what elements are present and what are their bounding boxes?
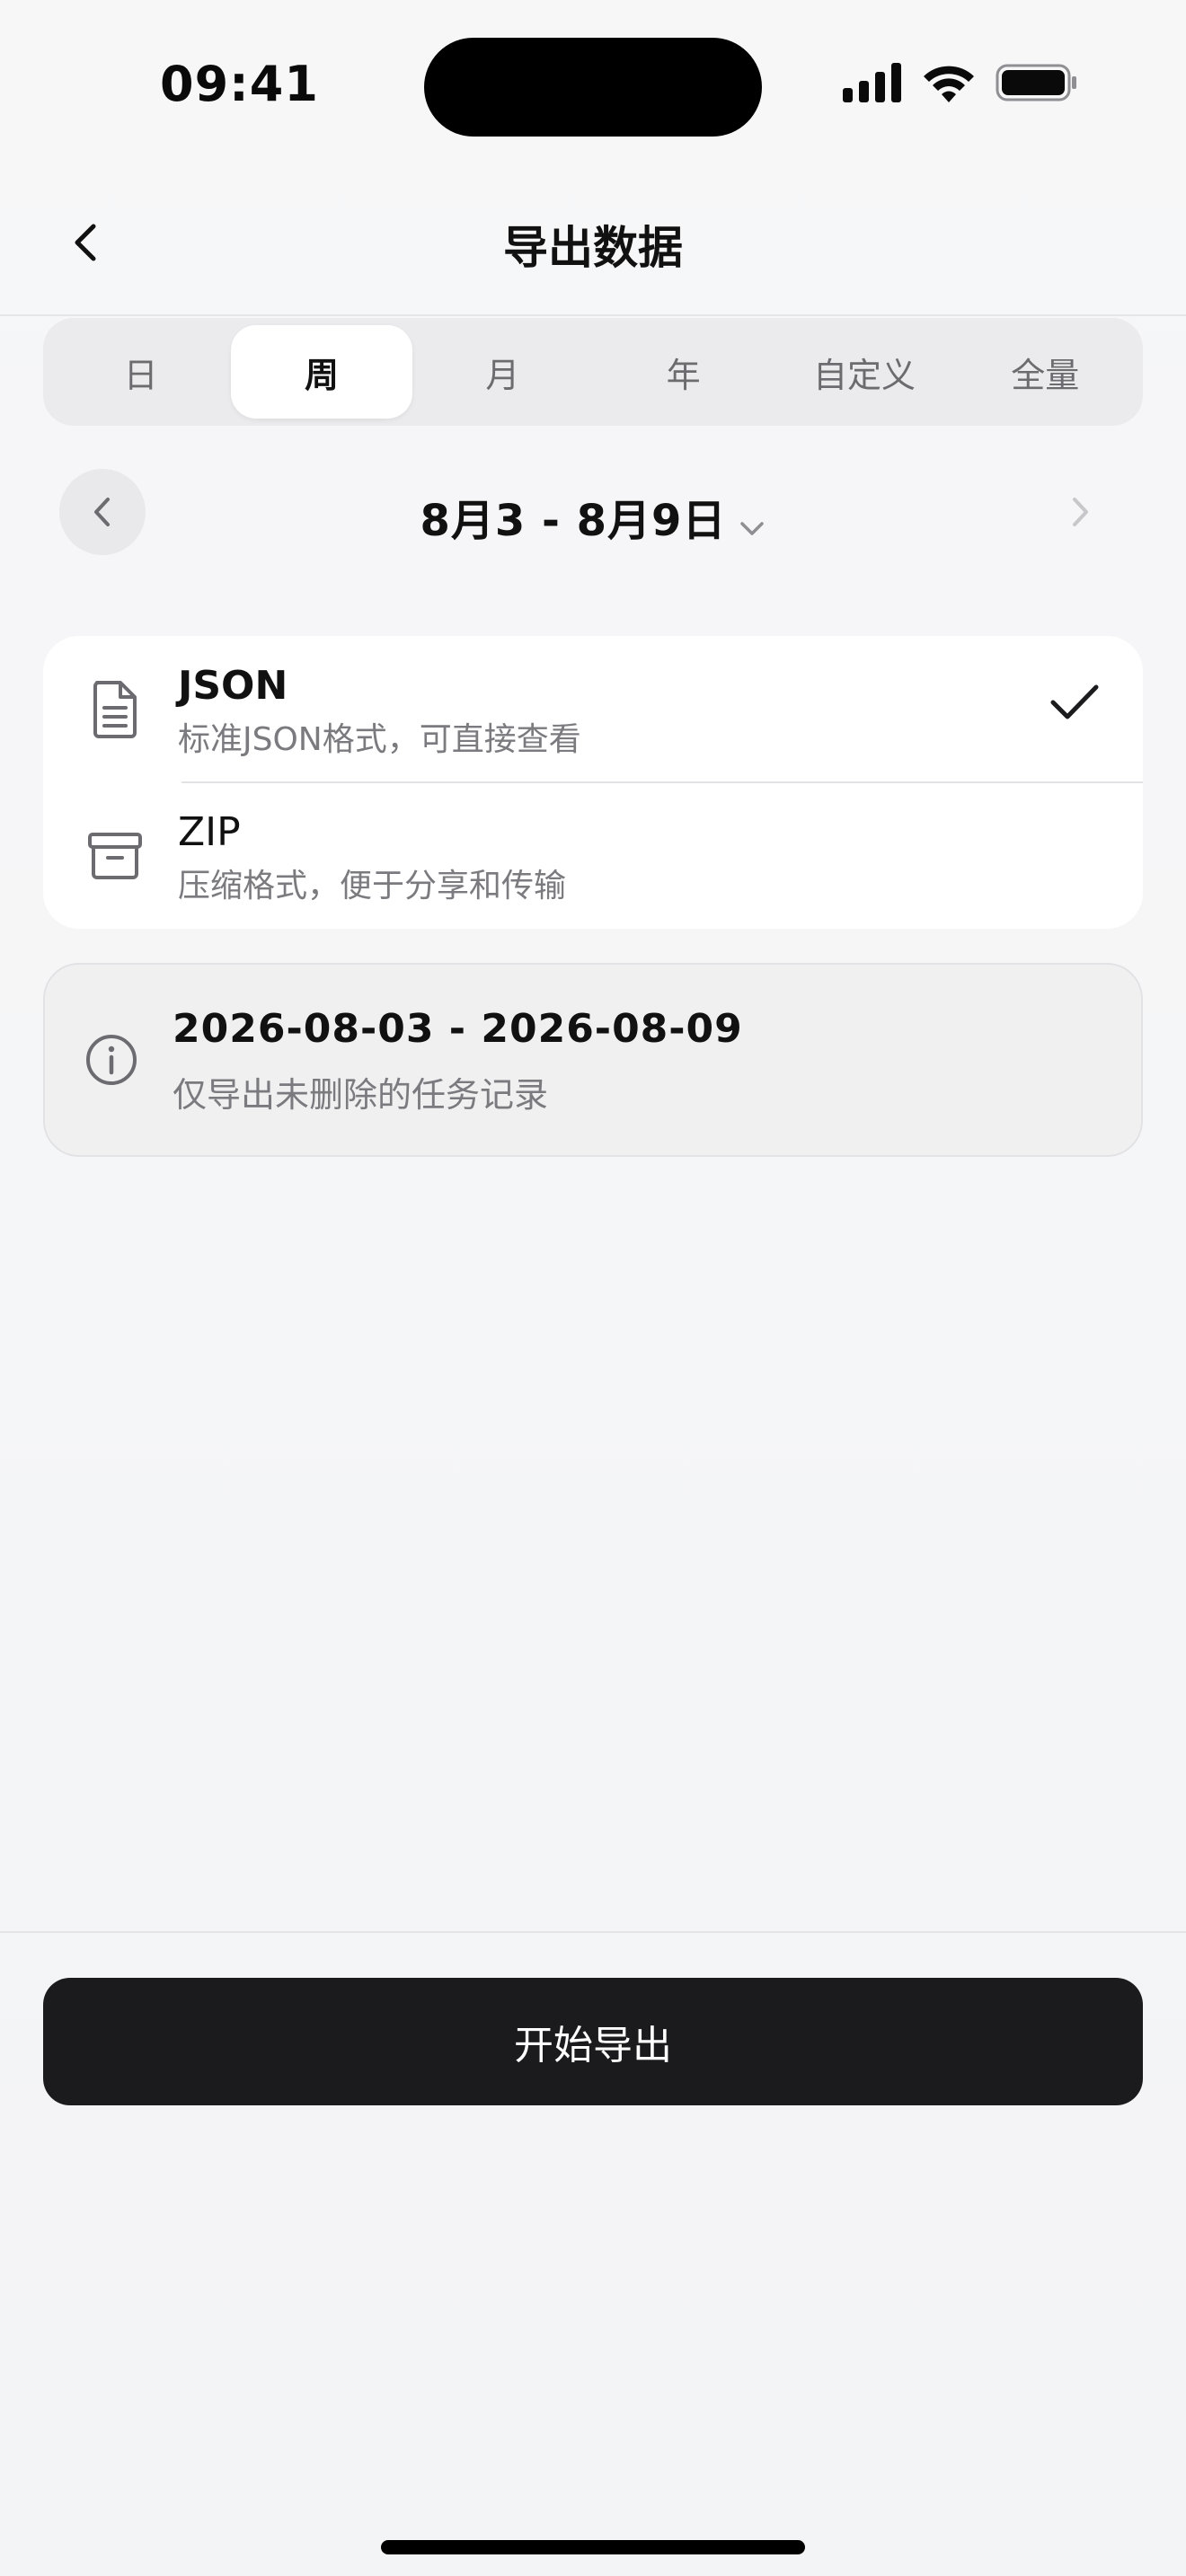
export-data-screen: 09:41 导出数据 日 周 月 年 自定义 全量 8月3 - 8月9日 JSO… <box>0 0 1186 2576</box>
format-option-zip[interactable]: ZIP 压缩格式，便于分享和传输 <box>43 782 1143 929</box>
format-title: ZIP <box>178 809 241 855</box>
export-note: 仅导出未删除的任务记录 <box>173 1075 549 1115</box>
status-icons <box>843 63 1078 102</box>
home-indicator <box>381 2540 805 2554</box>
segment-week[interactable]: 周 <box>231 325 412 419</box>
format-description: 标准JSON格式，可直接查看 <box>178 721 581 758</box>
archive-icon <box>86 824 144 888</box>
start-export-button[interactable]: 开始导出 <box>43 1978 1143 2105</box>
dynamic-island <box>424 38 762 137</box>
format-option-json[interactable]: JSON 标准JSON格式，可直接查看 <box>43 636 1143 783</box>
bottom-divider <box>0 1931 1186 1933</box>
segment-year[interactable]: 年 <box>593 325 774 419</box>
date-navigation: 8月3 - 8月9日 <box>43 467 1143 557</box>
document-icon <box>86 677 144 742</box>
chevron-right-icon <box>1073 498 1088 526</box>
export-date-range: 2026-08-03 - 2026-08-09 <box>173 1006 743 1052</box>
format-description: 压缩格式，便于分享和传输 <box>178 868 567 904</box>
next-period-button[interactable] <box>1037 469 1123 555</box>
format-options-card: JSON 标准JSON格式，可直接查看 ZIP 压缩格式，便于分享和传输 <box>43 636 1143 929</box>
date-range-label: 8月3 - 8月9日 <box>420 496 727 546</box>
chevron-down-icon <box>739 498 766 549</box>
segment-all[interactable]: 全量 <box>955 325 1136 419</box>
info-icon <box>84 1033 138 1090</box>
navigation-bar: 导出数据 <box>0 171 1186 316</box>
page-title: 导出数据 <box>503 222 683 274</box>
segment-month[interactable]: 月 <box>412 325 593 419</box>
cellular-signal-icon <box>843 63 901 102</box>
export-info-card: 2026-08-03 - 2026-08-09 仅导出未删除的任务记录 <box>43 963 1143 1157</box>
wifi-icon <box>924 66 974 102</box>
checkmark-icon <box>1049 683 1100 726</box>
status-bar: 09:41 <box>0 0 1186 171</box>
period-segmented-control: 日 周 月 年 自定义 全量 <box>43 318 1143 426</box>
status-time: 09:41 <box>160 56 319 112</box>
segment-day[interactable]: 日 <box>50 325 231 419</box>
date-range-picker[interactable]: 8月3 - 8月9日 <box>43 485 1143 549</box>
battery-icon <box>996 64 1076 101</box>
segment-custom[interactable]: 自定义 <box>774 325 954 419</box>
format-title: JSON <box>178 663 288 709</box>
